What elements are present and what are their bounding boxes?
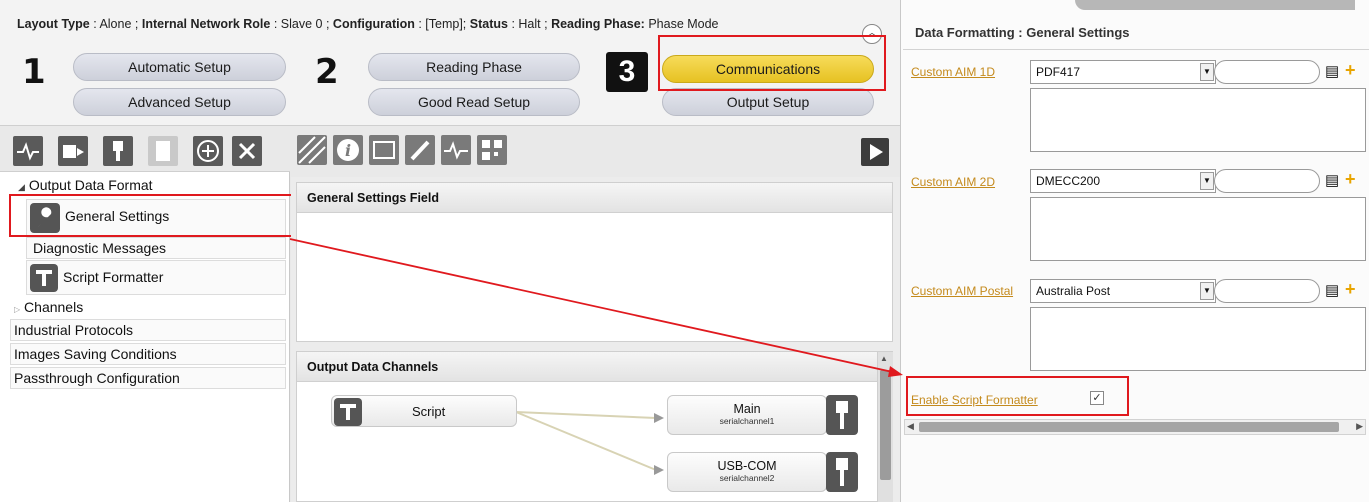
custom-aim-1d-link[interactable]: Custom AIM 1D — [911, 65, 995, 79]
tree-item-label: Industrial Protocols — [14, 322, 134, 338]
tree-item-industrial-protocols[interactable]: Industrial Protocols — [10, 319, 286, 341]
usb-node-sublabel: serialchannel2 — [719, 473, 775, 483]
step-2-number: 2 — [315, 52, 339, 92]
text-t-icon — [30, 264, 58, 292]
automatic-setup-button[interactable]: Automatic Setup — [73, 53, 286, 81]
main-node-label: Main — [733, 402, 761, 416]
add-circle-icon[interactable] — [193, 136, 223, 166]
notes-icon[interactable]: ▤ — [1325, 281, 1339, 299]
tree-item-label: Images Saving Conditions — [14, 346, 177, 362]
reading-phase-button[interactable]: Reading Phase — [368, 53, 580, 81]
enable-script-highlight-box — [906, 376, 1129, 416]
collapsed-triangle-icon: ▷ — [14, 305, 21, 314]
status-line: Layout Type : Alone ; Internal Network R… — [17, 17, 719, 31]
script-node[interactable]: Script — [331, 395, 517, 427]
export-icon[interactable] — [58, 136, 88, 166]
reading-phase-value: Phase Mode — [648, 17, 719, 31]
tree-item-diagnostic-messages[interactable]: Diagnostic Messages — [26, 237, 286, 259]
main-channel-node[interactable]: Main serialchannel1 — [667, 395, 827, 435]
title-divider — [903, 49, 1369, 50]
communications-highlight-box — [658, 35, 886, 91]
tree-item-channels[interactable]: ▷ Channels — [14, 299, 83, 315]
tree-item-script-formatter[interactable]: Script Formatter — [26, 260, 286, 295]
plus-icon[interactable]: + — [1345, 170, 1356, 188]
status-value: : Halt ; — [511, 17, 548, 31]
script-node-label: Script — [412, 404, 446, 419]
custom-aim-2d-select[interactable]: DMECC200 — [1030, 169, 1216, 193]
output-setup-button[interactable]: Output Setup — [662, 88, 874, 116]
panel-tab-shadow — [1075, 0, 1355, 10]
tree-item-label: Diagnostic Messages — [33, 240, 167, 256]
status-label: Status — [469, 17, 508, 31]
section-title: Output Data Channels — [297, 352, 892, 382]
custom-aim-2d-link[interactable]: Custom AIM 2D — [911, 175, 995, 189]
custom-aim-postal-input[interactable] — [1214, 279, 1320, 303]
custom-aim-postal-link[interactable]: Custom AIM Postal — [911, 284, 1013, 298]
play-icon[interactable] — [861, 138, 889, 166]
tree-item-label: Passthrough Configuration — [14, 370, 180, 386]
custom-aim-postal-textarea[interactable] — [1030, 307, 1366, 371]
info-icon[interactable]: i — [333, 135, 363, 165]
svg-text:i: i — [345, 141, 351, 160]
notes-icon[interactable]: ▤ — [1325, 171, 1339, 189]
qr-code-icon[interactable] — [477, 135, 507, 165]
step-3-number: 3 — [606, 52, 648, 92]
panel-title: Data Formatting : General Settings — [915, 25, 1130, 40]
waveform-icon[interactable] — [441, 135, 471, 165]
close-icon[interactable] — [232, 136, 262, 166]
ethernet-plug-icon — [826, 395, 858, 435]
image-capture-icon[interactable] — [369, 135, 399, 165]
ethernet-plug-icon — [826, 452, 858, 492]
plus-icon[interactable]: + — [1345, 280, 1356, 298]
reading-phase-label: Reading Phase: — [551, 17, 645, 31]
tree-item-label: Script Formatter — [63, 269, 164, 285]
good-read-setup-button[interactable]: Good Read Setup — [368, 88, 580, 116]
text-t-icon — [334, 398, 362, 426]
tree-item-label: Channels — [24, 299, 84, 315]
custom-aim-postal-select[interactable]: Australia Post — [1030, 279, 1216, 303]
chevron-down-icon[interactable]: ▼ — [1200, 172, 1214, 190]
main-node-sublabel: serialchannel1 — [719, 416, 775, 426]
chevron-down-icon[interactable]: ▼ — [1200, 63, 1214, 81]
tree-item-images-saving-conditions[interactable]: Images Saving Conditions — [10, 343, 286, 365]
ethernet-plug-icon[interactable] — [103, 136, 133, 166]
tree-item-passthrough-configuration[interactable]: Passthrough Configuration — [10, 367, 286, 389]
usb-com-channel-node[interactable]: USB-COM serialchannel2 — [667, 452, 827, 492]
layout-type-label: Layout Type — [17, 17, 90, 31]
channels-vertical-scrollbar[interactable]: ▲ — [877, 352, 893, 502]
custom-aim-1d-input[interactable] — [1214, 60, 1320, 84]
usb-node-label: USB-COM — [717, 459, 777, 473]
network-role-label: Internal Network Role — [141, 17, 271, 31]
configuration-label: Configuration — [332, 17, 415, 31]
right-horizontal-scrollbar[interactable]: ◀ ▶ — [904, 419, 1366, 435]
document-icon — [148, 136, 178, 166]
signal-icon[interactable] — [13, 136, 43, 166]
section-title: General Settings Field — [297, 183, 892, 213]
custom-aim-1d-textarea[interactable] — [1030, 88, 1366, 152]
custom-aim-2d-input[interactable] — [1214, 169, 1320, 193]
pencil-icon[interactable] — [405, 135, 435, 165]
custom-aim-2d-textarea[interactable] — [1030, 197, 1366, 261]
advanced-setup-button[interactable]: Advanced Setup — [73, 88, 286, 116]
layout-type-value: : Alone ; — [93, 17, 139, 31]
tree-item-output-data-format[interactable]: ◢ Output Data Format — [18, 177, 153, 193]
plus-icon[interactable]: + — [1345, 61, 1356, 79]
general-settings-highlight-box — [9, 194, 298, 237]
chevron-down-icon[interactable]: ▼ — [1200, 282, 1214, 300]
step-1-number: 1 — [22, 52, 46, 92]
barcode-hatch-icon[interactable] — [297, 135, 327, 165]
tree-item-label: Output Data Format — [28, 177, 153, 193]
configuration-value: : [Temp]; — [418, 17, 467, 31]
network-role-value: : Slave 0 ; — [273, 17, 330, 31]
scroll-thumb[interactable] — [880, 370, 891, 480]
expand-triangle-icon: ◢ — [18, 182, 25, 192]
scroll-thumb[interactable] — [919, 422, 1339, 432]
custom-aim-1d-select[interactable]: PDF417 — [1030, 60, 1216, 84]
general-settings-field-section: General Settings Field — [296, 182, 893, 342]
notes-icon[interactable]: ▤ — [1325, 62, 1339, 80]
